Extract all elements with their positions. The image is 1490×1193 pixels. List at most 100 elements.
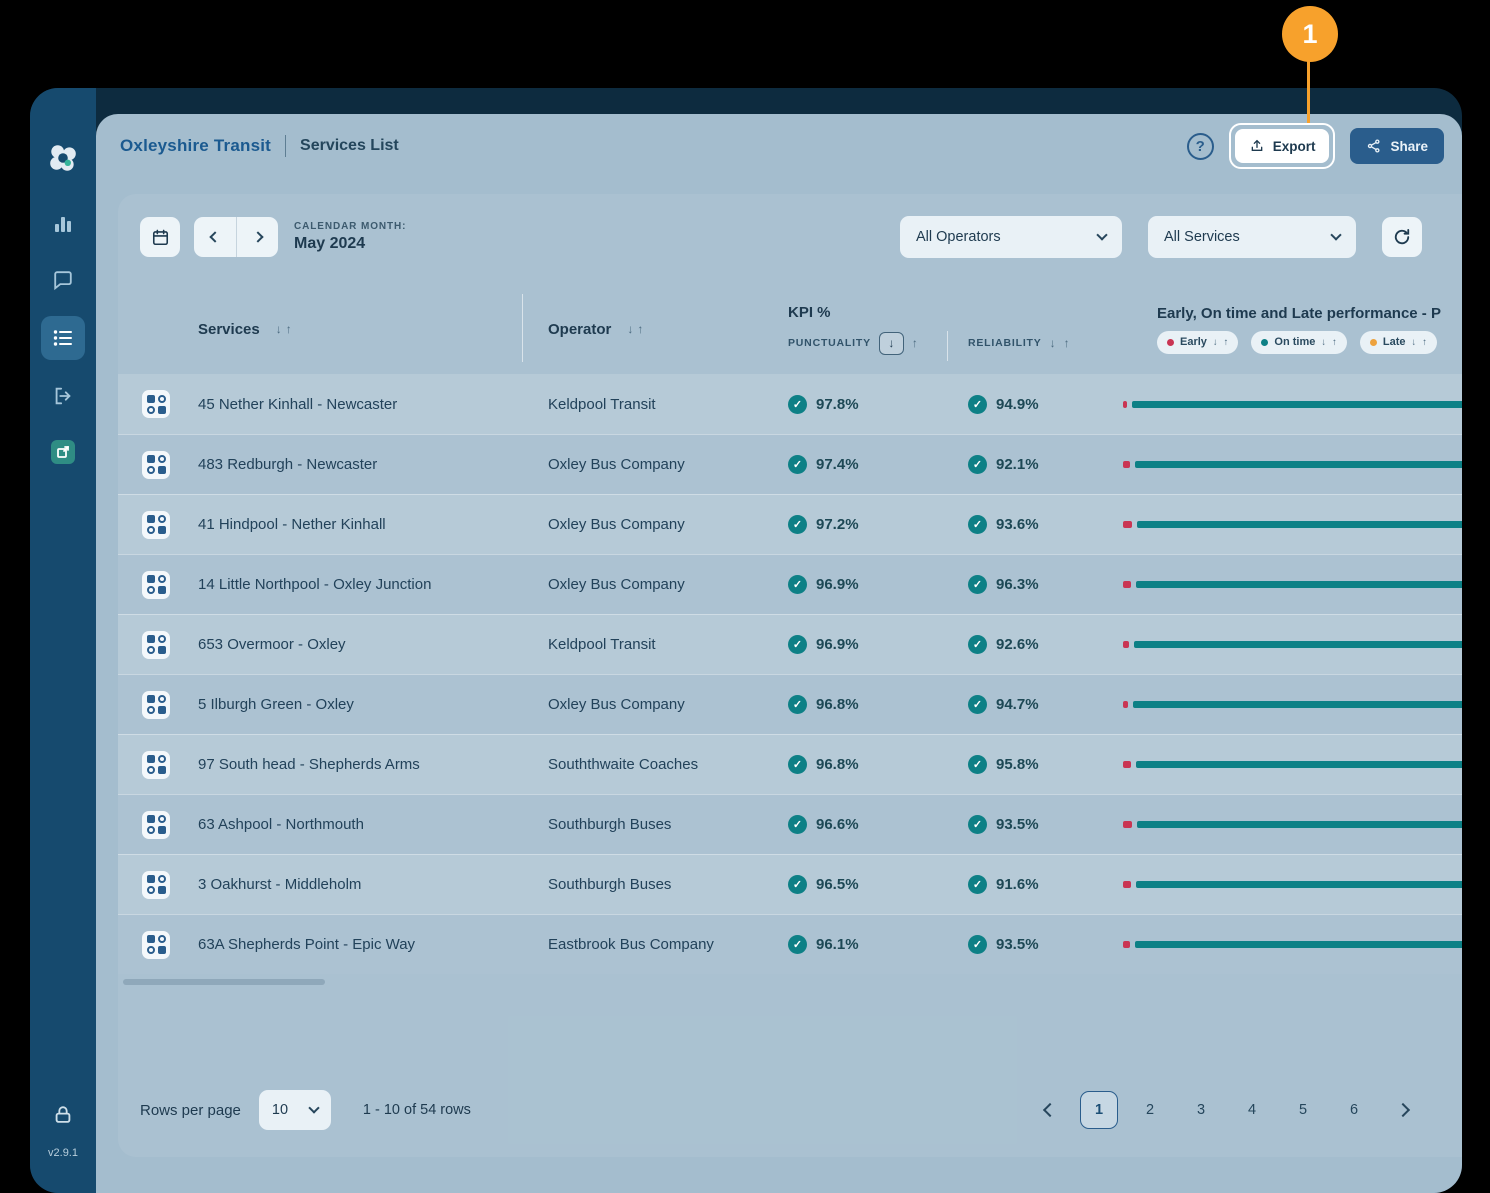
services-column-header: Services ↓ ↑	[198, 321, 548, 338]
legend-pill[interactable]: Early ↓ ↑	[1157, 330, 1239, 354]
early-dot-icon	[1167, 338, 1174, 346]
table-row[interactable]: 5 Ilburgh Green - Oxley Oxley Bus Compan…	[118, 674, 1462, 734]
operator-sort-desc[interactable]: ↓	[627, 322, 633, 336]
logo-icon	[50, 145, 76, 171]
header-divider	[522, 294, 523, 362]
services-sort-asc[interactable]: ↑	[286, 322, 292, 336]
table-row[interactable]: 14 Little Northpool - Oxley Junction Oxl…	[118, 554, 1462, 614]
performance-bar	[1123, 735, 1462, 794]
chevron-down-icon	[308, 1102, 320, 1114]
page-button-4[interactable]: 4	[1233, 1091, 1271, 1129]
check-icon: ✓	[968, 575, 987, 594]
operators-filter-dropdown[interactable]: All Operators	[900, 216, 1122, 258]
ontime-sort-desc[interactable]: ↓	[1321, 337, 1326, 348]
ontime-bar	[1133, 701, 1462, 708]
late-sort-asc[interactable]: ↑	[1422, 337, 1427, 348]
late-sort-desc[interactable]: ↓	[1412, 337, 1417, 348]
annotation-step-badge: 1	[1282, 6, 1338, 62]
previous-month-button[interactable]	[194, 217, 236, 257]
export-button-label: Export	[1272, 138, 1316, 154]
reliability-value: 92.1%	[996, 456, 1039, 473]
services-filter-value: All Services	[1164, 229, 1240, 245]
export-button[interactable]: Export	[1234, 129, 1330, 163]
page-button-2[interactable]: 2	[1131, 1091, 1169, 1129]
punctuality-value: 97.4%	[816, 456, 859, 473]
row-range-label: 1 - 10 of 54 rows	[362, 1102, 471, 1118]
page-button-3[interactable]: 3	[1182, 1091, 1220, 1129]
table-row[interactable]: 97 South head - Shepherds Arms Souththwa…	[118, 734, 1462, 794]
sidebar-item-messages[interactable]	[43, 260, 83, 300]
table-header: Services ↓ ↑ Operator ↓ ↑ KPI % PUNCTUAL…	[118, 284, 1462, 374]
calendar-month-label: CALENDAR MONTH:	[294, 221, 407, 232]
reliability-value: 93.5%	[996, 816, 1039, 833]
ontime-bar	[1135, 941, 1462, 948]
table-row[interactable]: 483 Redburgh - Newcaster Oxley Bus Compa…	[118, 434, 1462, 494]
punctuality-value: 96.6%	[816, 816, 859, 833]
table-row[interactable]: 3 Oakhurst - Middleholm Southburgh Buses…	[118, 854, 1462, 914]
reliability-value: 96.3%	[996, 576, 1039, 593]
rows-per-page-dropdown[interactable]: 10	[258, 1090, 331, 1130]
services-filter-dropdown[interactable]: All Services	[1148, 216, 1356, 258]
performance-column-header: Early, On time and Late performance - P …	[1123, 305, 1462, 354]
punctuality-sort-asc[interactable]: ↑	[912, 336, 918, 350]
sidebar-item-export-app[interactable]	[43, 432, 83, 472]
punctuality-sort-desc-active[interactable]: ↓	[878, 331, 904, 355]
calendar-button[interactable]	[140, 217, 180, 257]
page-button-5[interactable]: 5	[1284, 1091, 1322, 1129]
legend-pill[interactable]: On time ↓ ↑	[1251, 330, 1347, 354]
early-sort-asc[interactable]: ↑	[1224, 337, 1229, 348]
early-bar	[1123, 641, 1129, 648]
early-sort-desc[interactable]: ↓	[1213, 337, 1218, 348]
service-grid-icon	[142, 390, 170, 418]
table-row[interactable]: 63 Ashpool - Northmouth Southburgh Buses…	[118, 794, 1462, 854]
title-divider	[285, 135, 287, 157]
next-month-button[interactable]	[236, 217, 278, 257]
operator-column-label: Operator	[548, 320, 612, 338]
previous-page-button[interactable]	[1033, 1093, 1067, 1127]
share-button[interactable]: Share	[1350, 128, 1444, 164]
reliability-sort-asc[interactable]: ↑	[1064, 336, 1070, 350]
table-row[interactable]: 63A Shepherds Point - Epic Way Eastbrook…	[118, 914, 1462, 974]
service-name: 63 Ashpool - Northmouth	[198, 816, 364, 833]
check-icon: ✓	[788, 875, 807, 894]
next-page-button[interactable]	[1386, 1093, 1420, 1127]
rows-per-page-value: 10	[271, 1102, 289, 1118]
operator-name: Eastbrook Bus Company	[548, 936, 714, 953]
list-icon	[53, 330, 72, 346]
services-sort-desc[interactable]: ↓	[276, 322, 282, 336]
scrollbar-thumb[interactable]	[123, 979, 325, 985]
reliability-value: 95.8%	[996, 756, 1039, 773]
sidebar-item-logout[interactable]	[43, 376, 83, 416]
operator-name: Keldpool Transit	[548, 636, 656, 653]
legend-pill[interactable]: Late ↓ ↑	[1359, 330, 1437, 354]
table-row[interactable]: 45 Nether Kinhall - Newcaster Keldpool T…	[118, 374, 1462, 434]
performance-column-label: Early, On time and Late performance - P	[1157, 304, 1441, 322]
ontime-sort-asc[interactable]: ↑	[1332, 337, 1337, 348]
sidebar-item-lock[interactable]	[43, 1095, 83, 1135]
table-row[interactable]: 41 Hindpool - Nether Kinhall Oxley Bus C…	[118, 494, 1462, 554]
check-icon: ✓	[968, 455, 987, 474]
calendar-month: CALENDAR MONTH: May 2024	[294, 221, 406, 253]
refresh-button[interactable]	[1382, 217, 1422, 257]
page-button-6[interactable]: 6	[1335, 1091, 1373, 1129]
early-bar	[1123, 821, 1132, 828]
reliability-sort-desc[interactable]: ↓	[1050, 336, 1056, 350]
page-button-1[interactable]: 1	[1080, 1091, 1118, 1129]
service-grid-icon	[142, 750, 170, 779]
ontime-bar	[1136, 581, 1462, 588]
help-button[interactable]: ?	[1186, 132, 1214, 160]
lock-icon	[55, 1106, 71, 1123]
sidebar-item-dashboard[interactable]	[43, 204, 83, 244]
table-row[interactable]: 653 Overmoor - Oxley Keldpool Transit ✓ …	[118, 614, 1462, 674]
chat-icon	[54, 271, 72, 291]
content-surface: Oxleyshire Transit Services List ? Expor…	[96, 114, 1462, 1193]
service-name: 3 Oakhurst - Middleholm	[198, 876, 362, 893]
sidebar-item-services-list[interactable]	[41, 316, 85, 360]
reliability-value: 94.7%	[996, 696, 1039, 713]
operator-sort-asc[interactable]: ↑	[637, 322, 643, 336]
check-icon: ✓	[968, 515, 987, 534]
upload-icon	[1251, 139, 1263, 151]
punctuality-value: 96.5%	[816, 876, 859, 893]
service-grid-icon	[142, 630, 170, 659]
app-window: v2.9.1 Oxleyshire Transit Services List …	[30, 88, 1462, 1193]
